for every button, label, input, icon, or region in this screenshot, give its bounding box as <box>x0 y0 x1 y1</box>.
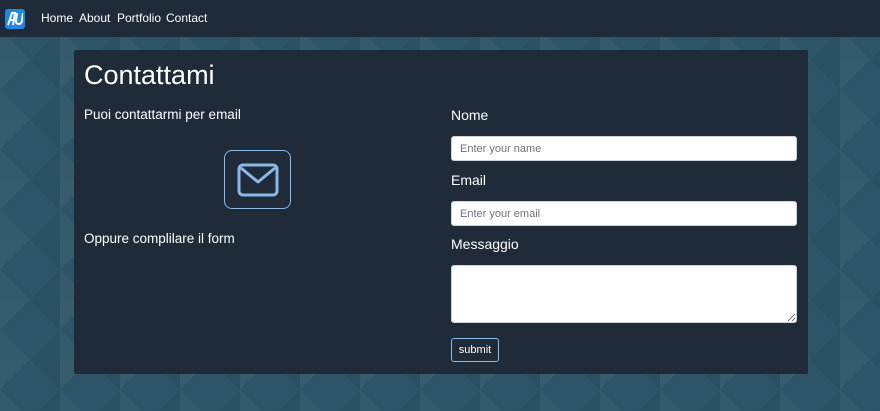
email-contact-text: Puoi contattarmi per email <box>84 107 241 122</box>
email-input[interactable] <box>451 201 797 226</box>
name-label: Nome <box>451 107 489 123</box>
submit-button[interactable]: submit <box>451 338 499 362</box>
nav-link-portfolio[interactable]: Portfolio <box>117 11 161 25</box>
message-label: Messaggio <box>451 236 519 252</box>
logo-icon[interactable] <box>5 9 25 29</box>
nav-link-contact[interactable]: Contact <box>166 11 207 25</box>
page-title: Contattami <box>84 60 215 90</box>
email-label: Email <box>451 172 487 188</box>
navbar: Home About Portfolio Contact <box>0 0 880 37</box>
name-input[interactable] <box>451 136 797 161</box>
nav-link-home[interactable]: Home <box>41 11 73 25</box>
contact-panel: Contattami Puoi contattarmi per email Op… <box>74 50 808 374</box>
message-textarea[interactable] <box>451 265 797 323</box>
nav-link-about[interactable]: About <box>79 11 110 25</box>
form-alternative-text: Oppure complilare il form <box>84 231 235 246</box>
envelope-icon[interactable] <box>224 150 291 209</box>
